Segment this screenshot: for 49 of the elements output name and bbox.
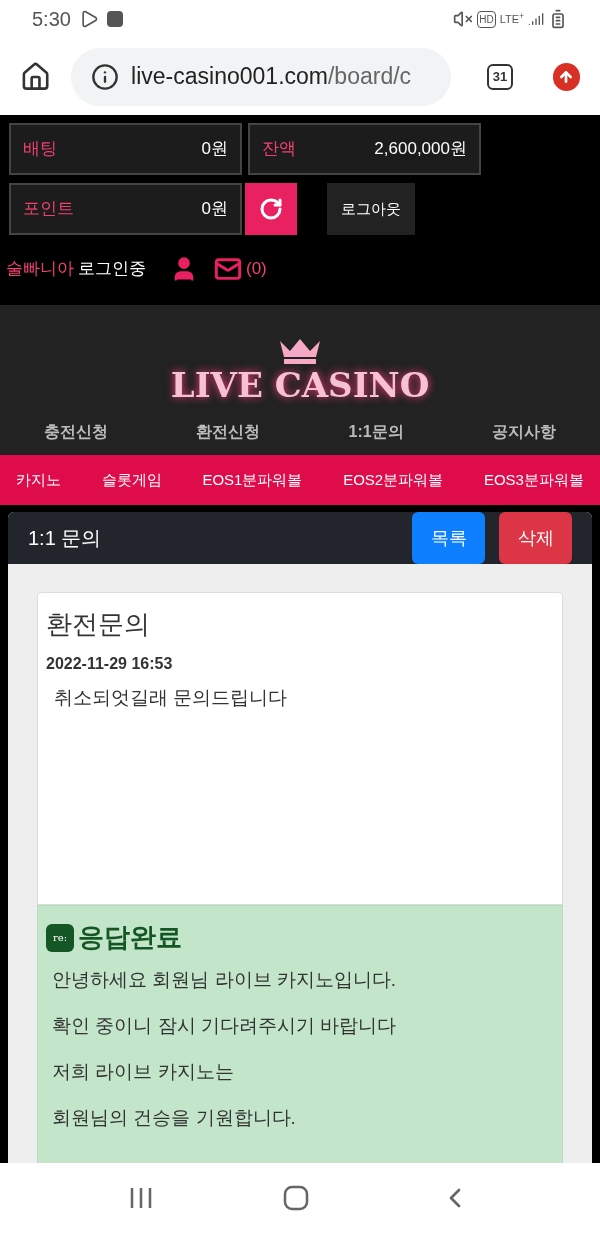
question-body: 취소되엇길래 문의드립니다 <box>54 686 289 710</box>
game-link[interactable]: EOS2분파워볼 <box>343 468 444 492</box>
game-link[interactable]: EOS1분파워볼 <box>202 468 303 492</box>
answer-line: 회원님의 건승을 기원합니다. <box>52 1106 297 1130</box>
login-status: 로그인중 <box>78 258 146 281</box>
game-link[interactable]: 슬롯게임 <box>101 468 162 492</box>
signal-icon <box>528 11 544 27</box>
info-icon <box>91 62 120 91</box>
address-bar[interactable]: live-casino001.com/board/c <box>71 47 452 106</box>
message-count[interactable]: (0) <box>246 256 267 282</box>
status-time: 5:30 <box>32 7 71 32</box>
answer-line: 확인 중이니 잠시 기다려주시기 바랍니다 <box>52 1014 398 1038</box>
game-link[interactable]: EOS3분파워볼 <box>483 468 584 492</box>
network-type: LTE$^{+}$ <box>499 10 524 27</box>
tab-count[interactable]: 31 <box>487 63 513 90</box>
home-icon[interactable] <box>20 60 52 93</box>
reply-badge: re: <box>46 923 74 952</box>
refresh-button[interactable] <box>245 183 297 235</box>
stat-value: 2,600,000원 <box>374 138 467 161</box>
mute-icon <box>453 9 474 29</box>
refresh-icon <box>259 197 283 221</box>
stat-label: 배팅 <box>23 138 57 161</box>
question-title: 환전문의 <box>46 608 151 641</box>
answer-title: 응답완료 <box>78 921 182 954</box>
menu-link[interactable]: 환전신청 <box>196 420 261 444</box>
mail-icon[interactable] <box>214 255 242 283</box>
menu-link[interactable]: 1:1문의 <box>348 420 404 444</box>
stat-label: 포인트 <box>23 198 74 221</box>
list-button[interactable]: 목록 <box>412 512 485 564</box>
answer-line: 저희 라이브 카지노는 <box>52 1060 235 1084</box>
stat-label: 잔액 <box>262 138 296 161</box>
answer-line: 안녕하세요 회원님 라이브 카지노입니다. <box>52 968 398 992</box>
menu-link[interactable]: 공지사항 <box>491 420 556 444</box>
url-text: live-casino001.com/board/c <box>131 62 412 92</box>
game-link[interactable]: 카지노 <box>16 468 61 492</box>
hd-indicator: HD <box>477 10 496 28</box>
home-button-icon[interactable] <box>283 1185 309 1211</box>
logout-button[interactable]: 로그아웃 <box>327 183 415 235</box>
stat-value: 0원 <box>201 138 228 161</box>
update-icon[interactable] <box>552 62 580 91</box>
logo-text: LIVE CASINO <box>170 365 430 405</box>
username: 술빠니아 <box>6 258 74 281</box>
menu-link[interactable]: 충전신청 <box>44 420 109 444</box>
stat-value: 0원 <box>201 198 228 221</box>
delete-button[interactable]: 삭제 <box>499 512 572 564</box>
crown-icon <box>278 337 322 365</box>
panel-title: 1:1 문의 <box>28 526 103 551</box>
recent-apps-icon[interactable] <box>129 1187 153 1209</box>
question-date: 2022-11-29 16:53 <box>46 654 174 674</box>
